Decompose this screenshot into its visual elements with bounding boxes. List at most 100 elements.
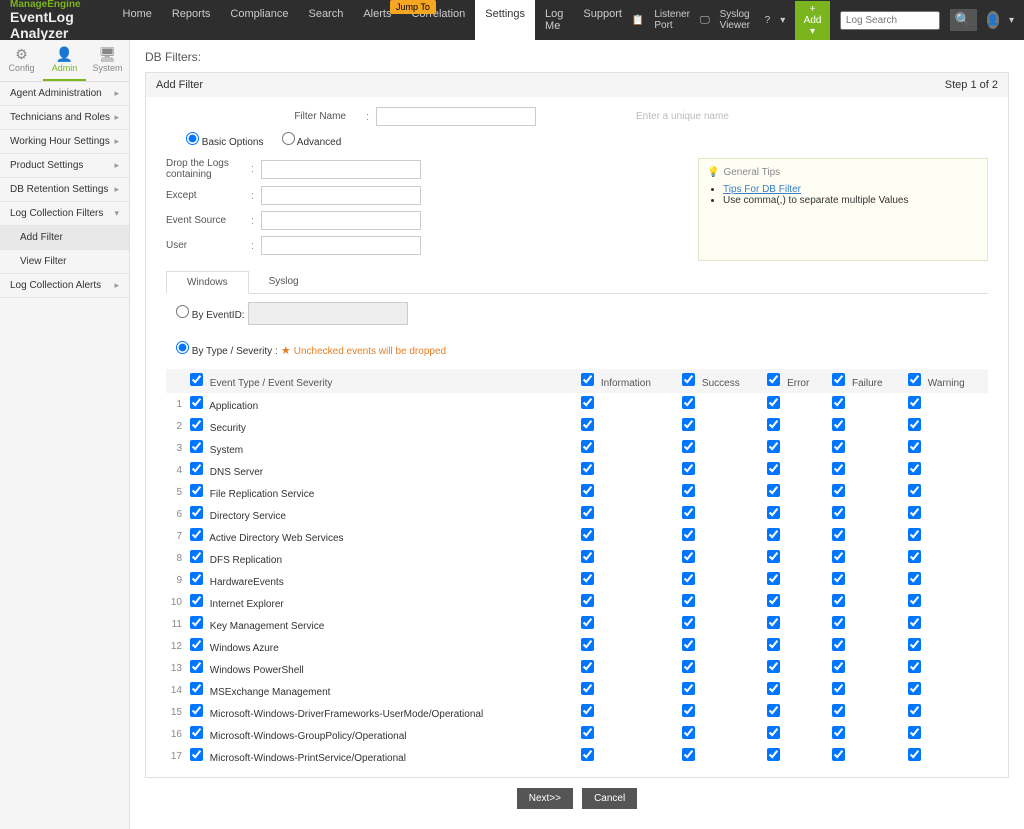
cell-checkbox[interactable] <box>767 704 780 717</box>
cell-checkbox[interactable] <box>767 594 780 607</box>
row-checkbox[interactable] <box>190 440 203 453</box>
by-eventid-radio[interactable]: By EventID: <box>176 310 245 321</box>
cell-checkbox[interactable] <box>767 506 780 519</box>
sidebar-tab-config[interactable]: ⚙Config <box>0 40 43 81</box>
syslog-viewer-link[interactable]: Syslog Viewer <box>720 9 755 31</box>
cell-checkbox[interactable] <box>832 616 845 629</box>
cell-checkbox[interactable] <box>767 528 780 541</box>
cell-checkbox[interactable] <box>908 748 921 761</box>
cell-checkbox[interactable] <box>682 616 695 629</box>
eventid-input[interactable] <box>248 302 408 325</box>
cell-checkbox[interactable] <box>767 440 780 453</box>
cell-checkbox[interactable] <box>581 528 594 541</box>
cell-checkbox[interactable] <box>682 462 695 475</box>
row-checkbox[interactable] <box>190 572 203 585</box>
cell-checkbox[interactable] <box>682 748 695 761</box>
event-source-input[interactable] <box>261 211 421 230</box>
sidebar-item-log-collection-filters[interactable]: Log Collection Filters▾ <box>0 202 129 226</box>
cell-checkbox[interactable] <box>832 418 845 431</box>
cell-checkbox[interactable] <box>767 682 780 695</box>
cell-checkbox[interactable] <box>767 572 780 585</box>
cell-checkbox[interactable] <box>832 440 845 453</box>
listener-port-icon[interactable]: 📋 <box>632 15 644 26</box>
cell-checkbox[interactable] <box>908 682 921 695</box>
next-button[interactable]: Next>> <box>517 788 573 809</box>
jump-to-button[interactable]: Jump To <box>390 0 436 14</box>
cell-checkbox[interactable] <box>581 682 594 695</box>
header-checkbox-success[interactable] <box>682 373 695 386</box>
cell-checkbox[interactable] <box>908 616 921 629</box>
header-checkbox-information[interactable] <box>581 373 594 386</box>
cell-checkbox[interactable] <box>581 484 594 497</box>
cell-checkbox[interactable] <box>832 660 845 673</box>
row-checkbox[interactable] <box>190 682 203 695</box>
sidebar-sub-view-filter[interactable]: View Filter <box>0 250 129 274</box>
cell-checkbox[interactable] <box>767 748 780 761</box>
user-input[interactable] <box>261 236 421 255</box>
cell-checkbox[interactable] <box>767 550 780 563</box>
cell-checkbox[interactable] <box>832 682 845 695</box>
cell-checkbox[interactable] <box>581 550 594 563</box>
cell-checkbox[interactable] <box>832 506 845 519</box>
row-checkbox[interactable] <box>190 594 203 607</box>
help-link[interactable]: ? <box>765 15 771 26</box>
log-search-input[interactable] <box>840 11 940 30</box>
sidebar-item-product-settings[interactable]: Product Settings▸ <box>0 154 129 178</box>
cell-checkbox[interactable] <box>908 550 921 563</box>
sidebar-item-db-retention-settings[interactable]: DB Retention Settings▸ <box>0 178 129 202</box>
cell-checkbox[interactable] <box>682 704 695 717</box>
row-checkbox[interactable] <box>190 726 203 739</box>
header-checkbox-failure[interactable] <box>832 373 845 386</box>
cell-checkbox[interactable] <box>581 440 594 453</box>
by-type-radio[interactable]: By Type / Severity : <box>176 346 278 357</box>
cell-checkbox[interactable] <box>908 506 921 519</box>
cell-checkbox[interactable] <box>908 418 921 431</box>
sidebar-sub-add-filter[interactable]: Add Filter <box>0 226 129 250</box>
cell-checkbox[interactable] <box>908 594 921 607</box>
help-dropdown-icon[interactable]: ▾ <box>780 15 785 26</box>
row-checkbox[interactable] <box>190 704 203 717</box>
nav-log-me[interactable]: Log Me <box>535 0 573 44</box>
cell-checkbox[interactable] <box>581 748 594 761</box>
drop-logs-input[interactable] <box>261 160 421 179</box>
header-checkbox-error[interactable] <box>767 373 780 386</box>
cell-checkbox[interactable] <box>682 726 695 739</box>
cell-checkbox[interactable] <box>682 550 695 563</box>
tips-link[interactable]: Tips For DB Filter <box>723 184 801 195</box>
cell-checkbox[interactable] <box>832 572 845 585</box>
row-checkbox[interactable] <box>190 506 203 519</box>
cell-checkbox[interactable] <box>908 572 921 585</box>
row-checkbox[interactable] <box>190 484 203 497</box>
header-checkbox-type[interactable] <box>190 373 203 386</box>
cell-checkbox[interactable] <box>581 638 594 651</box>
cell-checkbox[interactable] <box>682 418 695 431</box>
nav-reports[interactable]: Reports <box>162 0 221 44</box>
listener-port-link[interactable]: Listener Port <box>654 9 690 31</box>
add-button[interactable]: + Add ▾ <box>795 1 830 40</box>
nav-compliance[interactable]: Compliance <box>220 0 298 44</box>
syslog-viewer-icon[interactable]: 🖵 <box>700 15 710 26</box>
row-checkbox[interactable] <box>190 638 203 651</box>
cell-checkbox[interactable] <box>682 440 695 453</box>
cell-checkbox[interactable] <box>832 748 845 761</box>
cell-checkbox[interactable] <box>581 418 594 431</box>
row-checkbox[interactable] <box>190 418 203 431</box>
cell-checkbox[interactable] <box>908 440 921 453</box>
row-checkbox[interactable] <box>190 550 203 563</box>
filter-name-input[interactable] <box>376 107 536 126</box>
sidebar-item-agent-administration[interactable]: Agent Administration▸ <box>0 82 129 106</box>
cell-checkbox[interactable] <box>908 704 921 717</box>
cell-checkbox[interactable] <box>832 528 845 541</box>
cell-checkbox[interactable] <box>767 484 780 497</box>
cell-checkbox[interactable] <box>908 660 921 673</box>
cell-checkbox[interactable] <box>682 594 695 607</box>
cell-checkbox[interactable] <box>682 572 695 585</box>
tab-windows[interactable]: Windows <box>166 271 249 294</box>
user-dropdown-icon[interactable]: ▾ <box>1009 15 1014 26</box>
nav-settings[interactable]: Settings <box>475 0 535 44</box>
cell-checkbox[interactable] <box>767 418 780 431</box>
advanced-radio[interactable]: Advanced <box>282 137 342 148</box>
except-input[interactable] <box>261 186 421 205</box>
nav-search[interactable]: Search <box>298 0 353 44</box>
cell-checkbox[interactable] <box>908 462 921 475</box>
